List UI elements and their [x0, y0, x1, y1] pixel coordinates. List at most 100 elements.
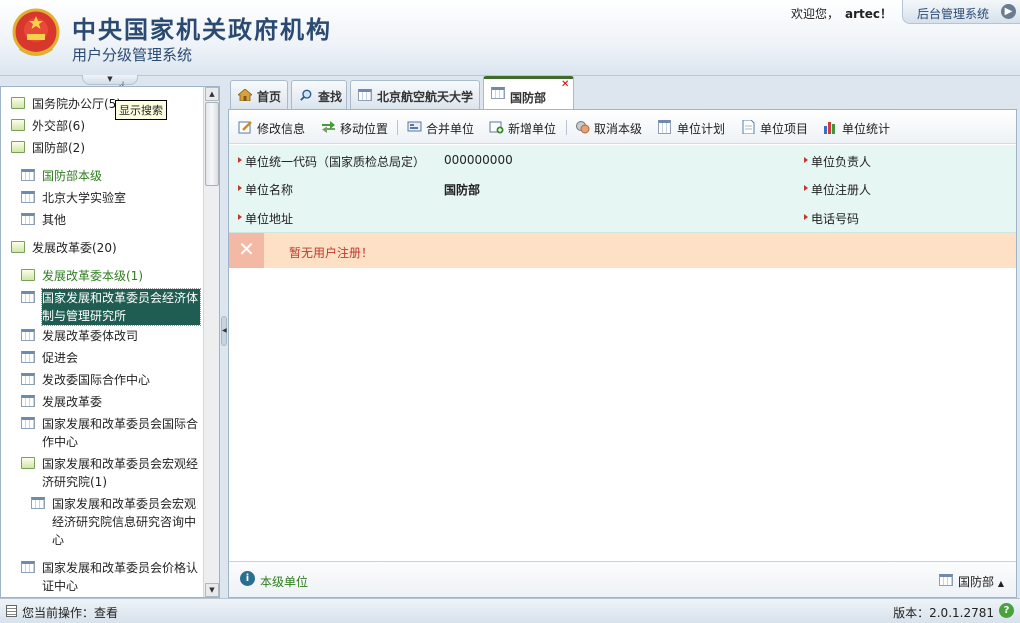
move-icon [322, 121, 335, 133]
tree-node-label: 促进会 [42, 351, 79, 365]
alert-text: 暂无用户注册！ [289, 246, 374, 260]
help-icon[interactable]: ? [999, 603, 1014, 618]
close-alert-icon[interactable]: ✕ [229, 233, 264, 268]
tree-node[interactable]: 国务院办公厅(5) [11, 95, 201, 113]
unit-stats-label: 单位统计 [842, 122, 891, 136]
panel-splitter[interactable]: ◀ [220, 86, 228, 598]
add-unit-label: 新增单位 [508, 122, 557, 136]
tree-node[interactable]: 国防部(2) [11, 139, 201, 157]
tree-node[interactable]: 国家发展和改革委员会价格认证中心 [21, 559, 201, 595]
tree-node-label: 发展改革委体改司 [42, 329, 139, 343]
add-icon [489, 121, 504, 134]
tab-search[interactable]: 查找 [291, 80, 347, 109]
unit-leader-label: 单位负责人 [803, 153, 871, 170]
unit-plan-button[interactable]: 单位计划 [658, 120, 725, 137]
tree-node-label: 发展改革委本级(1) [42, 269, 143, 283]
unit-code-label: 单位统一代码（国家质检总局定） [237, 153, 425, 170]
tree-node-label: 国家发展和改革委员会宏观经济研究院信息研究咨询中心 [52, 497, 197, 547]
toolbar-separator [566, 120, 567, 135]
add-unit-button[interactable]: 新增单位 [489, 120, 556, 137]
national-emblem-icon [12, 8, 60, 56]
move-position-label: 移动位置 [340, 122, 389, 136]
welcome-text: 欢迎您， artec！ [791, 5, 892, 22]
tab-home[interactable]: 首页 [230, 80, 288, 109]
tree-node[interactable]: 国家发展和改革委员会宏观经济研究院信息研究咨询中心 [31, 495, 201, 549]
tree-node[interactable]: 发展改革委本级(1) [21, 267, 201, 285]
folder-icon [21, 269, 35, 281]
calendar-icon [21, 373, 35, 385]
folder-open-icon [11, 241, 25, 253]
tree-node[interactable]: 发展改革委体改司 [21, 327, 201, 345]
scroll-down-button[interactable]: ▼ [205, 583, 219, 597]
tree-node[interactable]: 北京大学实验室 [21, 189, 201, 207]
merge-unit-button[interactable]: 合并单位 [407, 120, 474, 137]
welcome-prefix: 欢迎您， [790, 7, 839, 21]
unit-plan-label: 单位计划 [677, 122, 726, 136]
current-operation-label: 您当前操作：查看 [22, 606, 119, 620]
edit-info-button[interactable]: 修改信息 [238, 120, 305, 137]
calendar-icon [21, 351, 35, 363]
unit-info-section: 单位统一代码（国家质检总局定） 000000000 单位负责人 单位名称 国防部… [229, 145, 1016, 233]
close-tab-icon[interactable]: ✕ [561, 80, 571, 90]
tab-beihang[interactable]: 北京航空航天大学 [350, 80, 480, 109]
unit-project-button[interactable]: 单位项目 [741, 120, 808, 137]
tab-label: 国防部 [510, 91, 547, 105]
footer-unit-dropdown[interactable]: 国防部 ▲ [939, 573, 1004, 590]
phone-number-label: 电话号码 [803, 210, 859, 227]
username: artec！ [844, 7, 892, 21]
admin-system-label: 后台管理系统 [917, 7, 990, 21]
app-title: 中央国家机关政府机构 [72, 15, 332, 44]
tree-node[interactable]: 发展改革委(20) [11, 239, 201, 257]
cancel-level-button[interactable]: 取消本级 [575, 120, 642, 137]
unit-project-label: 单位项目 [760, 122, 809, 136]
calendar-icon [31, 497, 45, 509]
edit-info-label: 修改信息 [257, 122, 306, 136]
home-icon [238, 89, 252, 101]
unit-name-value: 国防部 [444, 183, 481, 197]
calendar-icon [21, 213, 35, 225]
org-tree[interactable]: 国务院办公厅(5) 外交部(6) 国防部(2) 国防部本级 北京大学实验室 其他… [0, 86, 220, 598]
tooltip: 显示搜索 [115, 100, 167, 120]
tree-node-label: 其他 [42, 213, 67, 227]
calendar-icon [21, 417, 35, 429]
edit-icon [238, 121, 252, 134]
tree-node[interactable]: 促进会 [21, 349, 201, 367]
document-list-icon [6, 605, 17, 617]
tree-node[interactable]: 外交部(6) [11, 117, 201, 135]
folder-open-icon [11, 141, 25, 153]
app-subtitle: 用户分级管理系统 [72, 46, 193, 64]
admin-system-button[interactable]: 后台管理系统 ▶ [902, 0, 1020, 24]
tab-guofangbu[interactable]: 国防部 ✕ [483, 76, 574, 110]
tree-node-label: 国防部(2) [32, 141, 85, 155]
tree-node[interactable]: 国家发展和改革委员会宏观经济研究院(1) [21, 455, 201, 491]
tree-node-label: 国防部本级 [42, 169, 103, 183]
unit-code-value: 000000000 [444, 153, 513, 167]
scroll-thumb[interactable] [205, 102, 219, 186]
arrow-right-icon: ▶ [1001, 4, 1016, 19]
unit-stats-button[interactable]: 单位统计 [823, 120, 890, 137]
tree-scrollbar[interactable]: ▲ ▼ [203, 87, 219, 597]
toolbar-separator [397, 120, 398, 135]
status-bar: 您当前操作：查看 版本：2.0.1.2781 ? [0, 598, 1020, 623]
document-icon [742, 120, 755, 134]
scroll-up-button[interactable]: ▲ [205, 87, 219, 101]
tree-node-label: 国家发展和改革委员会价格认证中心 [42, 561, 199, 593]
merge-icon [407, 121, 422, 132]
unit-registrar-label: 单位注册人 [803, 181, 871, 198]
tree-node[interactable]: 国家发展和改革委员会国际合作中心 [21, 415, 201, 451]
move-position-button[interactable]: 移动位置 [321, 120, 388, 137]
toggle-search-button[interactable]: ▼ [82, 75, 138, 85]
merge-unit-label: 合并单位 [426, 122, 475, 136]
tree-node[interactable]: 发展改革委 [21, 393, 201, 411]
caret-up-icon: ▲ [997, 579, 1004, 588]
folder-open-icon [21, 457, 35, 469]
tree-node[interactable]: 其他 [21, 211, 201, 229]
tree-node[interactable]: 国防部本级 [21, 167, 201, 185]
footer-level-label: 本级单位 [260, 575, 309, 589]
tree-node-label: 发展改革委 [42, 395, 103, 409]
collapse-left-icon[interactable]: ◀ [221, 316, 227, 346]
tree-node-selected[interactable]: 国家发展和改革委员会经济体制与管理研究所 [21, 288, 201, 326]
calendar-icon [358, 89, 372, 101]
calendar-icon [21, 395, 35, 407]
tree-node[interactable]: 发改委国际合作中心 [21, 371, 201, 389]
